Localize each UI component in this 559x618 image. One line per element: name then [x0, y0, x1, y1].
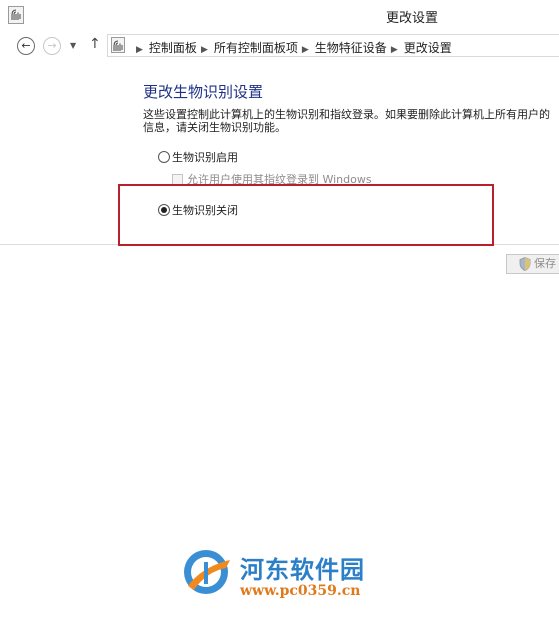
breadcrumb-item-control-panel[interactable]: 控制面板	[149, 41, 197, 55]
forward-arrow-icon[interactable]: →	[43, 37, 61, 55]
title-bar: 更改设置	[0, 0, 559, 31]
option-enable[interactable]: 生物识别启用	[158, 149, 238, 165]
address-bar[interactable]: ▶ 控制面板 ▶ 所有控制面板项 ▶ 生物特征设备 ▶ 更改设置	[107, 34, 559, 57]
save-button[interactable]: 保存	[506, 254, 559, 274]
page-title: 更改生物识别设置	[143, 83, 264, 101]
watermark-logo	[184, 550, 230, 594]
description-line-1: 这些设置控制此计算机上的生物识别和指纹登录。如果要删除此计算机上所有用户的	[143, 108, 550, 121]
fingerprint-icon	[111, 37, 125, 53]
breadcrumb-item-all-items[interactable]: 所有控制面板项	[214, 41, 298, 55]
shield-icon	[519, 257, 531, 271]
breadcrumb-item-biometric-devices[interactable]: 生物特征设备	[315, 41, 387, 55]
breadcrumb-item-change-settings[interactable]: 更改设置	[404, 41, 452, 55]
navigation-bar: ← → ▼ ↑ ▶ 控制面板 ▶ 所有控制面板项 ▶ 生物特征设备 ▶ 更改设置	[0, 31, 559, 63]
save-button-label: 保存	[534, 257, 556, 270]
watermark: 河东软件园 www.pc0359.cn	[178, 546, 388, 608]
chevron-down-icon[interactable]: ▼	[70, 41, 76, 50]
watermark-url: www.pc0359.cn	[240, 583, 361, 599]
up-arrow-icon[interactable]: ↑	[89, 36, 101, 52]
option-enable-label: 生物识别启用	[172, 151, 238, 164]
breadcrumb-separator-icon: ▶	[301, 45, 309, 55]
breadcrumb-separator-icon: ▶	[200, 45, 208, 55]
description-line-2: 信息，请关闭生物识别功能。	[143, 121, 286, 134]
radio-enable[interactable]	[158, 151, 170, 163]
watermark-title: 河东软件园	[240, 556, 365, 584]
fingerprint-icon	[8, 6, 24, 24]
breadcrumb: ▶ 控制面板 ▶ 所有控制面板项 ▶ 生物特征设备 ▶ 更改设置	[132, 39, 452, 56]
highlight-box	[118, 184, 494, 246]
back-arrow-icon[interactable]: ←	[17, 37, 35, 55]
breadcrumb-separator-icon: ▶	[136, 45, 143, 55]
breadcrumb-separator-icon: ▶	[390, 45, 398, 55]
window-title: 更改设置	[386, 11, 439, 26]
description-text: 这些设置控制此计算机上的生物识别和指纹登录。如果要删除此计算机上所有用户的 信息…	[143, 108, 559, 134]
